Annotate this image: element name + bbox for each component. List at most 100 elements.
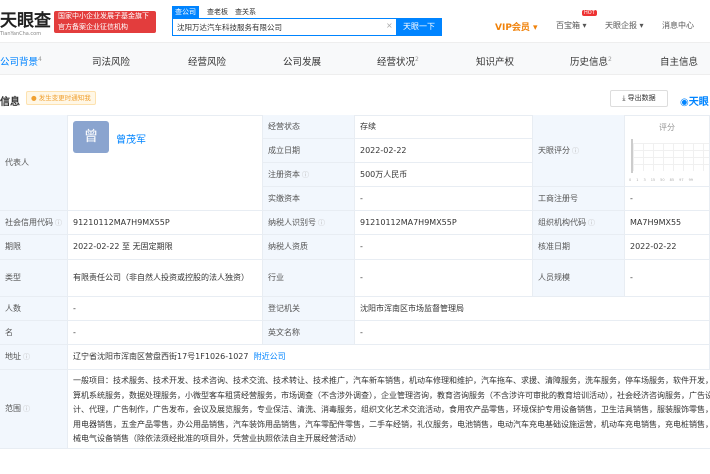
label-text: 社会信用代码 — [5, 217, 53, 227]
label-taxpayer: 纳税人资质 — [263, 235, 355, 260]
label-authority: 登记机关 — [263, 297, 355, 321]
value-english-name: - — [355, 321, 710, 345]
help-icon[interactable]: ⓘ — [572, 145, 579, 157]
score-tick: 97 — [679, 178, 684, 182]
label-text: 期限 — [5, 242, 21, 251]
label-staff: 人数 — [0, 297, 68, 321]
notify-change-button[interactable]: ● 发生变更时通知我 — [26, 91, 96, 105]
label-legal-rep: 代表人 — [0, 115, 68, 211]
nav-label: 知识产权 — [476, 57, 515, 68]
value-founded: 2022-02-22 — [355, 139, 533, 163]
value-scope: 一般项目：技术服务、技术开发、技术咨询、技术交流、技术转让、技术推广，汽车新车销… — [68, 370, 710, 449]
nav-company-background[interactable]: 公司背景4 — [0, 54, 42, 68]
value-name: - — [68, 321, 263, 345]
value-type: 有限责任公司（非自然人投资或控股的法人独资） — [68, 260, 263, 297]
value-authority: 沈阳市浑南区市场监督管理局 — [355, 297, 710, 321]
value-period: 2022-02-22 至 无固定期限 — [68, 235, 263, 260]
hot-badge: HOT — [582, 10, 597, 16]
label-text: 英文名称 — [268, 327, 300, 337]
section-nav: 公司背景4 司法风险 经营风险 公司发展 经营状况2 知识产权 历史信息2 自主… — [0, 42, 710, 75]
help-icon[interactable]: ⓘ — [302, 169, 309, 181]
nav-label: 历史信息 — [570, 57, 609, 68]
label-text: 成立日期 — [268, 145, 300, 155]
label-capital: 注册资本 ⓘ — [263, 163, 355, 187]
tab-relation[interactable]: 查关系 — [232, 6, 259, 18]
label-text: 核准日期 — [538, 242, 570, 251]
logo-text: 天眼查 — [0, 11, 51, 31]
nav-intellectual-property[interactable]: 知识产权 — [476, 54, 514, 68]
score-tick: 50 — [660, 178, 665, 182]
label-org-code: 组织机构代码 ⓘ — [533, 211, 625, 235]
nav-label: 司法风险 — [92, 57, 131, 68]
score-title: 评分 — [659, 123, 675, 132]
nav-count: 2 — [608, 55, 612, 63]
clear-icon[interactable]: × — [386, 21, 393, 30]
search-button[interactable]: 天眼一下 — [396, 18, 442, 36]
messages-link[interactable]: 消息中心 — [662, 20, 694, 31]
nav-company-development[interactable]: 公司发展 — [283, 54, 321, 68]
baibao-menu[interactable]: 百宝箱 ▾ — [556, 20, 587, 31]
label-text: 经营状态 — [268, 121, 300, 131]
value-status: 存续 — [355, 115, 533, 139]
label-size: 人员规模 — [533, 260, 625, 297]
export-button[interactable]: ⤓ 导出数据 — [610, 90, 668, 107]
tab-boss[interactable]: 查老板 — [204, 6, 231, 18]
label-text: 类型 — [5, 273, 21, 282]
label-text: 人数 — [5, 303, 21, 313]
label-text: 纳税人识别号 — [268, 217, 316, 227]
tab-company[interactable]: 查公司 — [172, 6, 199, 18]
help-icon[interactable]: ⓘ — [588, 217, 595, 229]
logo[interactable]: 天眼查 TianYanCha.com — [0, 6, 51, 37]
label-text: 纳税人资质 — [268, 242, 308, 251]
nav-operation-risk[interactable]: 经营风险 — [188, 54, 226, 68]
value-industry: - — [355, 260, 533, 297]
nav-history[interactable]: 历史信息2 — [570, 54, 612, 68]
label-industry: 行业 — [263, 260, 355, 297]
help-icon[interactable]: ⓘ — [318, 217, 325, 229]
legal-rep-link[interactable]: 曾茂军 — [116, 131, 146, 146]
vip-menu[interactable]: VIP会员 ▾ — [495, 20, 538, 33]
label-text: 名 — [5, 327, 13, 337]
value-paid-capital: - — [355, 187, 533, 211]
help-icon[interactable]: ⓘ — [23, 403, 30, 415]
label-text: 天眼评分 — [538, 145, 570, 155]
label-address: 地址 ⓘ — [0, 345, 68, 370]
label-text: 注册资本 — [268, 169, 300, 179]
label-name: 名 — [0, 321, 68, 345]
label-status: 经营状态 — [263, 115, 355, 139]
label-scope: 范围 ⓘ — [0, 370, 68, 449]
score-tick: 85 — [669, 178, 675, 182]
score-tick: 99 — [688, 178, 694, 182]
nav-label: 经营风险 — [188, 57, 227, 68]
avatar: 曾 — [73, 121, 109, 153]
nav-count: 2 — [415, 55, 419, 63]
help-icon[interactable]: ⓘ — [23, 351, 30, 363]
label-text: 行业 — [268, 273, 284, 282]
score-grid — [633, 143, 709, 171]
nav-self-info[interactable]: 自主信息 — [660, 54, 698, 68]
help-icon[interactable]: ⓘ — [55, 217, 62, 229]
nearby-companies-link[interactable]: 附近公司 — [254, 351, 286, 363]
label-text: 工商注册号 — [538, 193, 578, 203]
score-chart: 评分 0 1 3 15 50 85 97 99 — [625, 115, 710, 187]
search-input[interactable]: 沈阳万达汽车科技服务有限公司 × — [172, 18, 404, 36]
label-score: 天眼评分 ⓘ — [533, 115, 625, 187]
value-tax-id: 91210112MA7H9MX55P — [355, 211, 533, 235]
value-credit-code: 91210112MA7H9MX55P — [68, 211, 263, 235]
promo-badge[interactable]: 国家中小企业发展子基金旗下 官方备案企业征信机构 — [54, 11, 156, 33]
score-tick: 1 — [636, 178, 639, 182]
nav-operation-status[interactable]: 经营状况2 — [377, 54, 419, 68]
nav-judicial-risk[interactable]: 司法风险 — [92, 54, 130, 68]
address-text: 辽宁省沈阳市浑南区营盘西街17号1F1026-1027 — [73, 352, 249, 361]
report-menu[interactable]: 天眼企报 ▾ — [605, 20, 644, 31]
value-biz-reg: - — [625, 187, 710, 211]
label-text: 人员规模 — [538, 273, 570, 282]
nav-label: 公司背景 — [0, 57, 39, 68]
score-ticks: 0 1 3 15 50 85 97 99 — [629, 174, 693, 186]
nav-label: 公司发展 — [283, 57, 322, 68]
value-org-code: MA7H9MX55 — [625, 211, 710, 235]
brand-icon: ◉ — [680, 97, 689, 108]
label-paid-capital: 实缴资本 — [263, 187, 355, 211]
badge-line: 国家中小企业发展子基金旗下 — [58, 12, 149, 20]
value-address: 辽宁省沈阳市浑南区营盘西街17号1F1026-1027 附近公司 — [68, 345, 710, 370]
